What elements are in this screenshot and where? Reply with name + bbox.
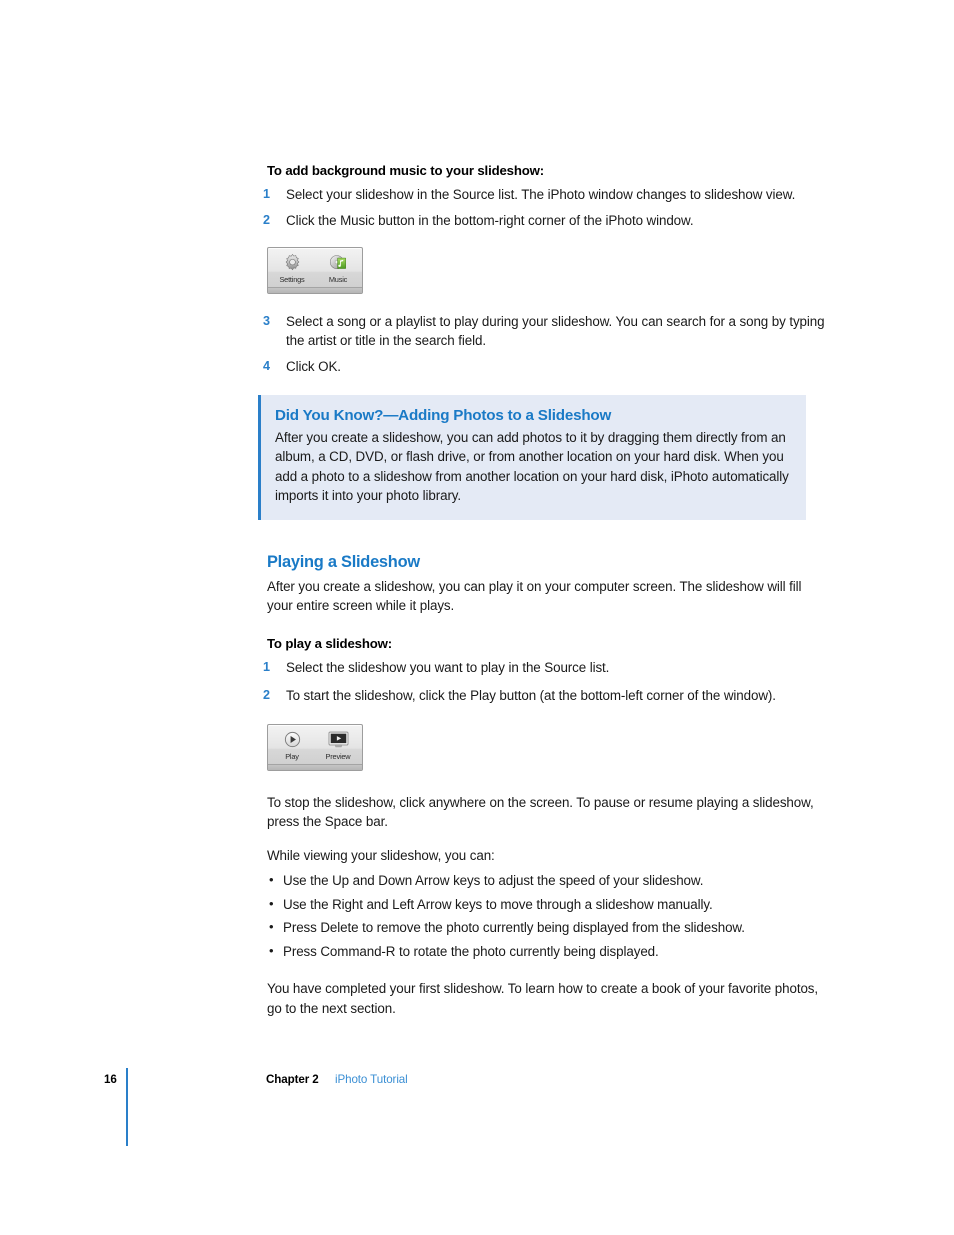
slideshow-toolbar-chip: Settings Music [267, 246, 363, 294]
bullet-marker: • [269, 919, 274, 934]
figure-music-toolbar: Settings Music [267, 246, 829, 294]
step-text: Click the Music button in the bottom-rig… [286, 213, 694, 228]
play-button[interactable]: Play [275, 729, 309, 761]
music-button[interactable]: Music [321, 252, 355, 284]
play-procedure-steps: 1 Select the slideshow you want to play … [263, 658, 829, 706]
step-number: 3 [263, 313, 270, 328]
toolbar-button-group: Settings Music [275, 252, 355, 284]
step-number: 4 [263, 359, 270, 373]
list-item: • Use the Up and Down Arrow keys to adju… [267, 871, 829, 891]
list-item: 2 Click the Music button in the bottom-r… [263, 211, 829, 231]
step-number: 1 [263, 659, 270, 674]
page-title: Playing a Slideshow [267, 552, 420, 571]
list-item: 4 Click OK. [263, 357, 829, 377]
list-item: • Press Command-R to rotate the photo cu… [267, 942, 829, 962]
bullet-marker: • [269, 942, 274, 958]
music-button-label: Music [328, 274, 348, 284]
preview-screen-icon [321, 729, 355, 751]
callout-title: Did You Know?—Adding Photos to a Slidesh… [275, 406, 612, 424]
play-circle-icon [275, 729, 309, 751]
list-item: 1 Select your slideshow in the Source li… [263, 185, 829, 205]
bullets-intro: While viewing your slideshow, you can: [267, 847, 495, 863]
toolbar-button-group: Play Preview [275, 729, 355, 761]
play-procedure-heading: To play a slideshow: [267, 635, 392, 651]
preview-button-label: Preview [325, 751, 351, 761]
step-number: 2 [263, 213, 270, 227]
list-item: • Use the Right and Left Arrow keys to m… [267, 895, 829, 915]
step-text: To start the slideshow, click the Play b… [286, 688, 776, 703]
playing-section-intro: After you create a slideshow, you can pl… [267, 578, 802, 614]
footer-divider-rule [126, 1068, 128, 1146]
gear-icon [275, 252, 309, 274]
list-item-text: Press Command-R to rotate the photo curr… [283, 943, 659, 959]
list-item: 2 To start the slideshow, click the Play… [263, 686, 829, 706]
settings-button[interactable]: Settings [275, 252, 309, 284]
play-button-label: Play [285, 751, 299, 761]
list-item-text: Press Delete to remove the photo current… [283, 920, 745, 935]
music-procedure-steps: 1 Select your slideshow in the Source li… [263, 185, 829, 231]
figure-play-toolbar: Play Preview [267, 723, 829, 771]
step-text: Select a song or a playlist to play duri… [286, 313, 825, 349]
page-footer: 16 Chapter 2 iPhoto Tutorial [0, 1068, 954, 1168]
document-page: To add background music to your slidesho… [0, 0, 954, 1235]
toolbar-base-strip [268, 286, 362, 293]
music-note-disc-icon [321, 252, 355, 274]
list-item: 3 Select a song or a playlist to play du… [263, 312, 829, 351]
chapter-label: Chapter 2 [266, 1073, 319, 1086]
list-item: 1 Select the slideshow you want to play … [263, 658, 829, 678]
page-number: 16 [104, 1073, 117, 1086]
step-text: Select the slideshow you want to play in… [286, 659, 610, 675]
stop-slideshow-paragraph: To stop the slideshow, click anywhere on… [267, 794, 814, 830]
music-procedure-heading: To add background music to your slidesho… [267, 163, 545, 178]
final-paragraph: You have completed your first slideshow.… [267, 981, 819, 1016]
preview-button[interactable]: Preview [321, 729, 355, 761]
step-text: Select your slideshow in the Source list… [286, 187, 796, 202]
list-item: • Press Delete to remove the photo curre… [267, 918, 829, 938]
bullet-marker: • [269, 895, 274, 911]
toolbar-base-strip [268, 763, 362, 770]
settings-button-label: Settings [279, 274, 305, 284]
bullet-marker: • [269, 872, 274, 887]
list-item-text: Use the Right and Left Arrow keys to mov… [283, 896, 713, 912]
document-title-link[interactable]: iPhoto Tutorial [335, 1073, 408, 1086]
page-content-column: To add background music to your slidesho… [258, 163, 829, 1032]
playback-toolbar-chip: Play Preview [267, 723, 363, 771]
step-number: 2 [263, 688, 270, 702]
viewing-tips-list: • Use the Up and Down Arrow keys to adju… [267, 871, 829, 961]
did-you-know-callout: Did You Know?—Adding Photos to a Slidesh… [258, 394, 806, 520]
callout-body: After you create a slideshow, you can ad… [275, 429, 789, 504]
step-text: Click OK. [286, 359, 341, 374]
step-number: 1 [263, 187, 270, 201]
list-item-text: Use the Up and Down Arrow keys to adjust… [283, 873, 704, 888]
music-procedure-steps-continued: 3 Select a song or a playlist to play du… [263, 312, 829, 377]
